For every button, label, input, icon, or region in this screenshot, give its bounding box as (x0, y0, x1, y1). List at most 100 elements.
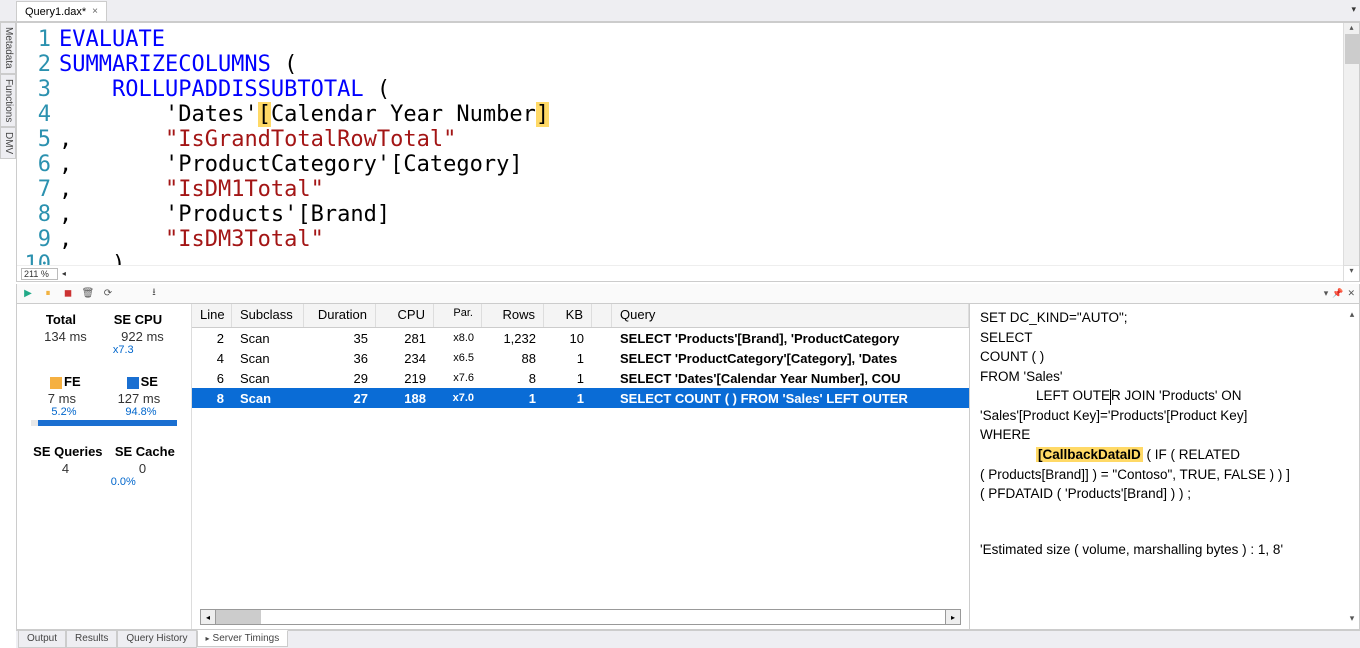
gh-kb[interactable]: KB (544, 304, 592, 327)
line-number: 9 (17, 227, 59, 252)
grid-body: 2Scan35281x8.01,23210SELECT 'Products'[B… (192, 328, 969, 408)
se-bar-fill (38, 420, 177, 426)
line-number: 8 (17, 202, 59, 227)
table-row[interactable]: 8Scan27188x7.011SELECT COUNT ( ) FROM 'S… (192, 388, 969, 408)
scroll-right-icon[interactable]: ▸ (945, 609, 961, 625)
stat-fe-pct: 5.2% (51, 406, 76, 418)
bottom-tab-server-timings[interactable]: Server Timings (197, 630, 289, 647)
export-icon[interactable]: ⭳ (147, 287, 161, 301)
cell: x6.5 (434, 351, 482, 365)
stat-secache-label: SE Cache (115, 444, 175, 459)
close-panel-icon[interactable]: ✕ (1347, 288, 1355, 299)
scroll-corner-icon[interactable]: ▾ (1343, 265, 1359, 281)
grid-horizontal-scrollbar[interactable]: ◂ ▸ (200, 609, 961, 625)
detail-line: LEFT OUTER JOIN 'Products' ON (980, 386, 1349, 406)
code-line[interactable]: 10 ) (17, 252, 1343, 265)
code-line[interactable]: 1EVALUATE (17, 27, 1343, 52)
cell: Scan (232, 330, 304, 347)
zoom-combo[interactable]: 211 % (21, 268, 58, 280)
refresh-icon[interactable]: ⟳ (101, 287, 115, 301)
line-number: 5 (17, 127, 59, 152)
code-editor-body[interactable]: 1EVALUATE2SUMMARIZECOLUMNS (3 ROLLUPADDI… (17, 23, 1343, 265)
code-line[interactable]: 9, "IsDM3Total" (17, 227, 1343, 252)
scrollbar-thumb[interactable] (1345, 34, 1359, 64)
chevron-left-icon[interactable]: ◂ (62, 269, 66, 278)
hscroll-track[interactable] (216, 609, 945, 625)
cell: 1 (544, 390, 592, 407)
cell: 36 (304, 350, 376, 367)
scroll-down-icon[interactable]: ▾ (1347, 612, 1357, 625)
cell: SELECT 'Dates'[Calendar Year Number], CO… (612, 370, 969, 387)
cell: 1 (544, 370, 592, 387)
cell: 88 (482, 350, 544, 367)
detail-line: 'Sales'[Product Key]='Products'[Product … (980, 406, 1349, 426)
delete-icon[interactable]: 🗑 (81, 287, 95, 301)
scroll-left-icon[interactable]: ◂ (200, 609, 216, 625)
left-tab-well: Metadata Functions DMV (0, 22, 16, 159)
code-line[interactable]: 8, 'Products'[Brand] (17, 202, 1343, 227)
gh-duration[interactable]: Duration (304, 304, 376, 327)
gh-query[interactable]: Query (612, 304, 969, 327)
cell: SELECT COUNT ( ) FROM 'Sales' LEFT OUTER (612, 390, 969, 407)
scroll-up-icon[interactable]: ▴ (1347, 308, 1357, 321)
bottom-tab-query-history[interactable]: Query History (117, 631, 196, 648)
code-content: , "IsDM1Total" (59, 177, 1343, 202)
cell (592, 377, 612, 379)
pin-icon[interactable]: 📌 (1332, 288, 1343, 299)
code-line[interactable]: 3 ROLLUPADDISSUBTOTAL ( (17, 77, 1343, 102)
fe-swatch-icon (50, 377, 62, 389)
table-row[interactable]: 4Scan36234x6.5881SELECT 'ProductCategory… (192, 348, 969, 368)
panel-window-controls: ▾ 📌 ✕ (1324, 288, 1355, 299)
cell: 234 (376, 350, 434, 367)
dropdown-icon[interactable]: ▾ (1324, 288, 1329, 299)
code-line[interactable]: 6, 'ProductCategory'[Category] (17, 152, 1343, 177)
gh-cpu[interactable]: CPU (376, 304, 434, 327)
stop-icon[interactable]: ◼ (61, 287, 75, 301)
code-line[interactable]: 5, "IsGrandTotalRowTotal" (17, 127, 1343, 152)
cell: x7.6 (434, 371, 482, 385)
detail-vscroll[interactable]: ▴ ▾ (1347, 308, 1357, 625)
se-swatch-icon (127, 377, 139, 389)
query-detail-pane[interactable]: SET DC_KIND="AUTO"; SELECT COUNT ( ) FRO… (969, 304, 1359, 629)
left-tab-functions[interactable]: Functions (0, 74, 16, 127)
cell (592, 337, 612, 339)
code-editor[interactable]: 1EVALUATE2SUMMARIZECOLUMNS (3 ROLLUPADDI… (16, 22, 1360, 282)
play-icon[interactable]: ▶ (21, 287, 35, 301)
table-row[interactable]: 2Scan35281x8.01,23210SELECT 'Products'[B… (192, 328, 969, 348)
document-tab[interactable]: Query1.dax* × (16, 1, 107, 21)
line-number: 2 (17, 52, 59, 77)
left-tab-dmv[interactable]: DMV (0, 127, 16, 159)
gh-line[interactable]: Line (192, 304, 232, 327)
vertical-scrollbar[interactable]: ▴ (1343, 23, 1359, 265)
left-tab-metadata[interactable]: Metadata (0, 22, 16, 74)
scroll-up-icon[interactable]: ▴ (1344, 23, 1359, 32)
bottom-tab-results[interactable]: Results (66, 631, 117, 648)
cell: 281 (376, 330, 434, 347)
close-icon[interactable]: × (92, 6, 98, 17)
code-content: ) (59, 252, 1343, 265)
stat-fe-label: FE (50, 374, 81, 389)
code-line[interactable]: 4 'Dates'[Calendar Year Number] (17, 102, 1343, 127)
pause-icon[interactable]: ⏸ (41, 287, 55, 301)
gh-rows[interactable]: Rows (482, 304, 544, 327)
detail-line: 'Estimated size ( volume, marshalling by… (980, 540, 1349, 560)
code-content: , "IsGrandTotalRowTotal" (59, 127, 1343, 152)
code-line[interactable]: 2SUMMARIZECOLUMNS ( (17, 52, 1343, 77)
line-number: 6 (17, 152, 59, 177)
bottom-tab-output[interactable]: Output (18, 631, 66, 648)
table-row[interactable]: 6Scan29219x7.681SELECT 'Dates'[Calendar … (192, 368, 969, 388)
stat-secpu-factor: x7.3 (85, 344, 162, 356)
line-number: 3 (17, 77, 59, 102)
detail-line: SELECT (980, 328, 1349, 348)
cell (592, 357, 612, 359)
hscroll-thumb[interactable] (216, 610, 261, 624)
gh-par[interactable]: Par. (434, 304, 482, 327)
stat-seq-label: SE Queries (33, 444, 102, 459)
line-number: 1 (17, 27, 59, 52)
code-content: , 'ProductCategory'[Category] (59, 152, 1343, 177)
tab-overflow-icon[interactable]: ▾ (1351, 4, 1356, 15)
gh-subclass[interactable]: Subclass (232, 304, 304, 327)
grid-header-row: Line Subclass Duration CPU Par. Rows KB … (192, 304, 969, 328)
code-line[interactable]: 7, "IsDM1Total" (17, 177, 1343, 202)
cell: SELECT 'Products'[Brand], 'ProductCatego… (612, 330, 969, 347)
